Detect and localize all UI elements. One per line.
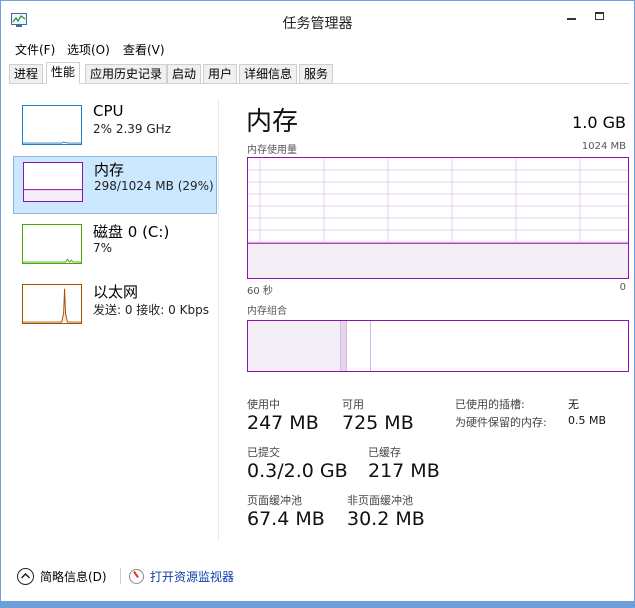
footer-bar: 简略信息(D) 打开资源监视器 xyxy=(1,561,634,591)
resource-summary: 发送: 0 接收: 0 Kbps xyxy=(93,303,209,317)
committed-label: 已提交 xyxy=(247,446,280,459)
cached-value: 217 MB xyxy=(368,460,440,482)
title-bar: 任务管理器 xyxy=(1,1,634,37)
in-use-value: 247 MB xyxy=(247,412,319,434)
footer-divider xyxy=(120,568,121,584)
resource-item-disk[interactable]: 磁盘 0 (C:) 7% xyxy=(13,219,217,277)
resource-item-ethernet[interactable]: 以太网 发送: 0 接收: 0 Kbps xyxy=(13,279,217,337)
resource-item-cpu[interactable]: CPU 2% 2.39 GHz xyxy=(13,100,217,158)
menu-bar: 文件(F) 选项(O) 查看(V) xyxy=(1,39,634,59)
cpu-thumbnail-graph xyxy=(22,105,82,145)
open-resource-monitor-label: 打开资源监视器 xyxy=(150,569,235,584)
menu-options[interactable]: 选项(O) xyxy=(67,41,110,58)
usage-graph-end-label: 0 xyxy=(619,282,626,293)
tab-details[interactable]: 详细信息 xyxy=(239,64,298,84)
window-bottom-border xyxy=(1,601,634,607)
resource-name: 以太网 xyxy=(93,283,139,301)
window-title: 任务管理器 xyxy=(282,16,353,32)
maximize-icon xyxy=(594,12,604,20)
hw-reserved-value: 0.5 MB xyxy=(568,414,607,427)
total-memory: 1.0 GB xyxy=(572,113,626,132)
composition-in-use-segment xyxy=(248,321,340,371)
usage-graph-label: 内存使用量 xyxy=(247,145,297,156)
tab-bar: 进程 性能 应用历史记录 启动 用户 详细信息 服务 xyxy=(9,62,629,84)
composition-graph-label: 内存组合 xyxy=(247,306,287,317)
ethernet-thumbnail-graph xyxy=(22,284,82,324)
minimize-icon xyxy=(566,18,576,20)
detail-heading: 内存 xyxy=(246,107,299,137)
tab-services[interactable]: 服务 xyxy=(299,64,334,84)
chevron-up-circle-icon xyxy=(17,567,34,585)
committed-value: 0.3/2.0 GB xyxy=(247,460,348,482)
disk-thumbnail-graph xyxy=(22,224,82,264)
resource-name: 内存 xyxy=(94,161,125,179)
menu-view[interactable]: 查看(V) xyxy=(123,41,165,58)
composition-free-segment xyxy=(370,321,628,371)
tab-startup[interactable]: 启动 xyxy=(167,64,202,84)
fewer-details-label: 简略信息(D) xyxy=(40,569,107,584)
fewer-details-button[interactable]: 简略信息(D) xyxy=(17,566,107,586)
nonpaged-pool-value: 30.2 MB xyxy=(347,508,425,530)
composition-standby-segment xyxy=(347,321,371,371)
available-label: 可用 xyxy=(342,398,364,411)
nonpaged-pool-label: 非页面缓冲池 xyxy=(347,494,413,507)
usage-graph-max: 1024 MB xyxy=(581,141,626,152)
resource-summary: 298/1024 MB (29%) xyxy=(94,179,214,193)
resource-summary: 7% xyxy=(93,241,113,255)
hw-reserved-label: 为硬件保留的内存: xyxy=(455,416,547,429)
resource-item-memory[interactable]: 内存 298/1024 MB (29%) xyxy=(13,156,217,214)
resource-summary: 2% 2.39 GHz xyxy=(93,122,172,136)
task-manager-window: 任务管理器 文件(F) 选项(O) 查看(V) 进程 性能 应用历史记录 启动 … xyxy=(0,0,635,608)
tab-performance[interactable]: 性能 xyxy=(46,62,81,84)
memory-usage-graph xyxy=(247,157,629,279)
memory-composition-graph xyxy=(247,320,629,372)
tab-processes[interactable]: 进程 xyxy=(9,64,44,84)
composition-modified-segment xyxy=(339,321,348,371)
open-resource-monitor-link[interactable]: 打开资源监视器 xyxy=(129,566,234,586)
resource-name: 磁盘 0 (C:) xyxy=(93,223,170,241)
minimize-button[interactable] xyxy=(560,9,582,27)
slots-used-value: 无 xyxy=(568,398,579,411)
memory-thumbnail-graph xyxy=(23,162,83,202)
memory-usage-area xyxy=(248,243,628,278)
usage-graph-time-label: 60 秒 xyxy=(247,286,273,297)
resource-name: CPU xyxy=(93,102,124,120)
paged-pool-label: 页面缓冲池 xyxy=(247,494,302,507)
slots-used-label: 已使用的插槽: xyxy=(455,398,525,411)
available-value: 725 MB xyxy=(342,412,414,434)
tab-users[interactable]: 用户 xyxy=(203,64,238,84)
resource-monitor-icon xyxy=(129,568,144,584)
resource-list: CPU 2% 2.39 GHz 内存 298/1024 MB (29%) 磁盘 … xyxy=(9,100,219,540)
maximize-button[interactable] xyxy=(588,9,610,27)
paged-pool-value: 67.4 MB xyxy=(247,508,325,530)
cached-label: 已缓存 xyxy=(368,446,401,459)
in-use-label: 使用中 xyxy=(247,398,280,411)
menu-file[interactable]: 文件(F) xyxy=(15,41,55,58)
tab-app-history[interactable]: 应用历史记录 xyxy=(85,64,168,84)
